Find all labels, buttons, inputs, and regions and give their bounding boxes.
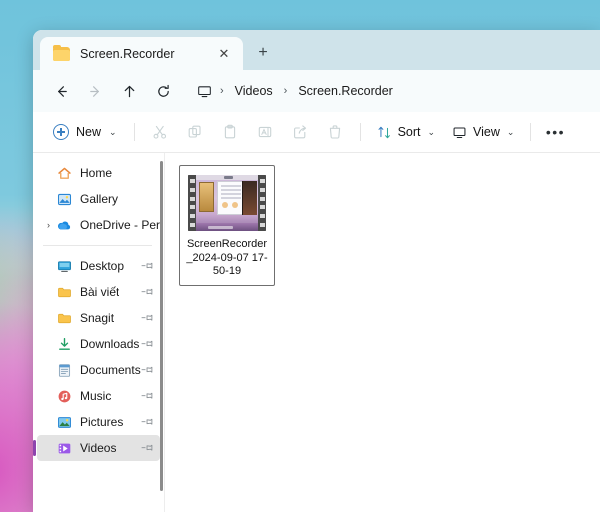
new-button-label: New bbox=[76, 125, 102, 139]
toolbar-divider-1 bbox=[133, 123, 135, 141]
folder-icon bbox=[56, 310, 72, 326]
sidebar-item-label: Videos bbox=[80, 441, 117, 455]
video-thumbnail bbox=[188, 175, 266, 231]
tab-label: Screen.Recorder bbox=[80, 46, 175, 61]
breadcrumb-separator: › bbox=[220, 85, 224, 97]
sidebar-item-bai-viet[interactable]: Bài viết bbox=[37, 279, 160, 305]
more-options-button[interactable]: ••• bbox=[539, 117, 571, 147]
sidebar-item-label: Pictures bbox=[80, 415, 124, 429]
tab-strip: Screen.Recorder ✕ + bbox=[33, 30, 600, 70]
pin-icon[interactable] bbox=[138, 437, 158, 457]
sort-label: Sort bbox=[397, 125, 421, 139]
sort-button[interactable]: Sort ⌄ bbox=[369, 117, 443, 147]
paste-button[interactable] bbox=[213, 117, 247, 147]
back-button[interactable] bbox=[45, 76, 77, 106]
pictures-icon bbox=[56, 414, 72, 430]
command-toolbar: New ⌄ Sort ⌄ View ⌄ ••• bbox=[33, 112, 600, 153]
pin-icon[interactable] bbox=[138, 255, 158, 275]
sidebar-item-label: Snagit bbox=[80, 311, 115, 325]
breadcrumb-videos[interactable]: Videos bbox=[228, 81, 280, 101]
share-button[interactable] bbox=[283, 117, 317, 147]
navigation-pane-scrollbar[interactable] bbox=[160, 161, 163, 491]
forward-button bbox=[79, 76, 111, 106]
rename-button[interactable] bbox=[248, 117, 282, 147]
videos-icon bbox=[56, 440, 72, 456]
pin-icon[interactable] bbox=[138, 281, 158, 301]
sidebar-item-snagit[interactable]: Snagit bbox=[37, 305, 160, 331]
sidebar-item-documents[interactable]: Documents bbox=[37, 357, 160, 383]
sidebar-item-gallery[interactable]: Gallery bbox=[37, 186, 160, 212]
sidebar-item-downloads[interactable]: Downloads bbox=[37, 331, 160, 357]
window-body: Home Gallery › OneDrive - Pers Desktop B… bbox=[33, 153, 600, 512]
home-icon bbox=[56, 165, 72, 181]
onedrive-icon bbox=[56, 217, 72, 233]
chevron-down-icon: ⌄ bbox=[109, 126, 117, 137]
cut-button[interactable] bbox=[143, 117, 177, 147]
chevron-right-icon[interactable]: › bbox=[41, 220, 56, 230]
filmstrip-right bbox=[258, 175, 266, 231]
toolbar-divider-3 bbox=[530, 123, 532, 141]
toolbar-divider-2 bbox=[359, 123, 361, 141]
sidebar-item-desktop[interactable]: Desktop bbox=[37, 253, 160, 279]
sidebar-item-label: OneDrive - Pers bbox=[80, 218, 160, 232]
pin-icon[interactable] bbox=[138, 307, 158, 327]
breadcrumb-separator-2: › bbox=[283, 85, 288, 97]
new-button[interactable]: New ⌄ bbox=[47, 117, 126, 147]
sidebar-item-pictures[interactable]: Pictures bbox=[37, 409, 160, 435]
file-explorer-window: Screen.Recorder ✕ + › Videos › Screen.Re… bbox=[33, 30, 600, 512]
documents-icon bbox=[56, 362, 72, 378]
tab-screen-recorder[interactable]: Screen.Recorder ✕ bbox=[40, 37, 243, 70]
sidebar-item-label: Desktop bbox=[80, 259, 125, 273]
folder-icon bbox=[56, 284, 72, 300]
navigation-pane: Home Gallery › OneDrive - Pers Desktop B… bbox=[33, 153, 164, 512]
sidebar-item-label: Bài viết bbox=[80, 285, 120, 299]
sidebar-item-label: Music bbox=[80, 389, 112, 403]
sidebar-item-label: Downloads bbox=[80, 337, 140, 351]
pin-icon[interactable] bbox=[138, 385, 158, 405]
breadcrumb-screen-recorder[interactable]: Screen.Recorder bbox=[291, 81, 400, 101]
sidebar-item-home[interactable]: Home bbox=[37, 160, 160, 186]
up-button[interactable] bbox=[113, 76, 145, 106]
copy-button[interactable] bbox=[178, 117, 212, 147]
sidebar-item-music[interactable]: Music bbox=[37, 383, 160, 409]
filmstrip-left bbox=[188, 175, 196, 231]
plus-icon bbox=[53, 124, 69, 140]
file-list-pane[interactable]: ScreenRecorder_2024-09-07 17-50-19 bbox=[164, 153, 600, 512]
sidebar-item-label: Documents bbox=[80, 363, 141, 377]
sidebar-item-label: Gallery bbox=[80, 192, 119, 206]
downloads-icon bbox=[56, 336, 72, 352]
folder-icon bbox=[53, 44, 70, 61]
pin-icon[interactable] bbox=[138, 411, 158, 431]
desktop-icon bbox=[56, 258, 72, 274]
delete-button[interactable] bbox=[318, 117, 352, 147]
sidebar-item-onedrive[interactable]: › OneDrive - Pers bbox=[37, 212, 160, 238]
pin-icon[interactable] bbox=[138, 359, 158, 379]
file-item[interactable]: ScreenRecorder_2024-09-07 17-50-19 bbox=[179, 165, 275, 286]
chevron-down-icon: ⌄ bbox=[506, 126, 515, 137]
pin-icon[interactable] bbox=[138, 333, 158, 353]
sidebar-item-label: Home bbox=[80, 166, 113, 180]
thumbnail-preview bbox=[196, 175, 258, 231]
address-bar: › Videos › Screen.Recorder bbox=[33, 70, 600, 112]
refresh-button[interactable] bbox=[147, 76, 179, 106]
chevron-down-icon: ⌄ bbox=[427, 126, 436, 137]
sidebar-divider bbox=[43, 245, 152, 246]
view-label: View bbox=[473, 125, 500, 139]
music-icon bbox=[56, 388, 72, 404]
view-button[interactable]: View ⌄ bbox=[444, 117, 522, 147]
this-pc-icon[interactable] bbox=[191, 81, 216, 102]
file-name-label: ScreenRecorder_2024-09-07 17-50-19 bbox=[186, 238, 268, 277]
gallery-icon bbox=[56, 191, 72, 207]
sidebar-item-videos[interactable]: Videos bbox=[33, 435, 160, 461]
breadcrumb[interactable]: › Videos › Screen.Recorder bbox=[191, 76, 590, 106]
new-tab-icon[interactable]: + bbox=[248, 38, 278, 68]
close-icon[interactable]: ✕ bbox=[213, 43, 235, 65]
